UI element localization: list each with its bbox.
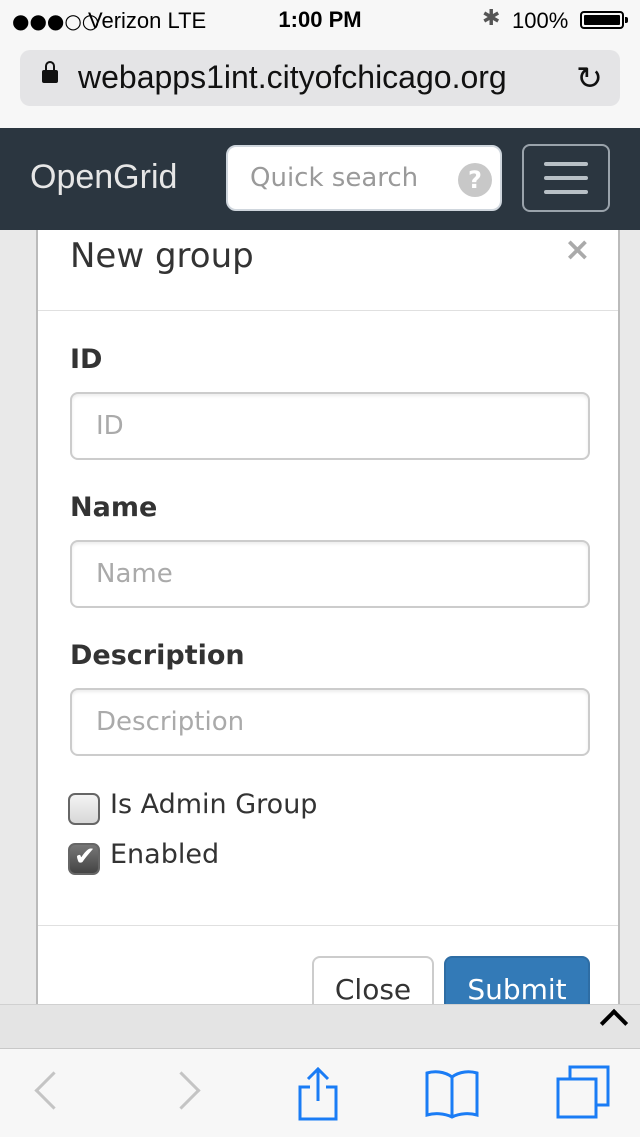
- lock-icon: [42, 61, 58, 83]
- id-field[interactable]: [70, 392, 590, 460]
- bottom-scroll-strip: [0, 1004, 640, 1049]
- hamburger-bar-icon: [544, 162, 588, 166]
- bookmarks-icon[interactable]: [424, 1067, 480, 1119]
- battery-icon: [580, 11, 628, 29]
- reload-icon[interactable]: ↻: [576, 59, 603, 97]
- app-navbar: OpenGrid ?: [0, 128, 640, 230]
- forward-icon[interactable]: [162, 1071, 201, 1110]
- admin-group-checkbox[interactable]: [68, 793, 100, 825]
- status-bar: ●●●○○ Verizon LTE 1:00 PM ✱ 100%: [0, 0, 640, 40]
- browser-address-area: webapps1int.cityofchicago.org ↻: [0, 40, 640, 129]
- battery-percent: 100%: [512, 8, 569, 33]
- enabled-checkbox[interactable]: [68, 842, 100, 875]
- new-group-modal: New group × ID Name Description Is Admin…: [36, 230, 620, 1016]
- hamburger-bar-icon: [544, 190, 588, 194]
- browser-toolbar: [0, 1048, 640, 1137]
- share-icon[interactable]: [296, 1067, 340, 1121]
- menu-toggle-button[interactable]: [522, 144, 610, 212]
- bluetooth-icon: ✱: [482, 6, 501, 31]
- admin-group-label[interactable]: Is Admin Group: [110, 789, 317, 820]
- description-label: Description: [70, 640, 245, 671]
- url-text[interactable]: webapps1int.cityofchicago.org: [78, 59, 507, 96]
- modal-footer-divider: [38, 925, 618, 926]
- back-icon[interactable]: [34, 1071, 73, 1110]
- description-field[interactable]: [70, 688, 590, 756]
- hamburger-bar-icon: [544, 176, 588, 180]
- address-bar[interactable]: webapps1int.cityofchicago.org ↻: [20, 50, 620, 106]
- brand-logo[interactable]: OpenGrid: [30, 158, 177, 197]
- id-label: ID: [70, 344, 103, 375]
- quick-search[interactable]: ?: [226, 145, 502, 211]
- modal-title: New group: [70, 236, 254, 276]
- modal-header-divider: [38, 310, 618, 311]
- chevron-up-icon[interactable]: [599, 1008, 629, 1038]
- tabs-icon[interactable]: [556, 1065, 610, 1119]
- name-field[interactable]: [70, 540, 590, 608]
- enabled-label[interactable]: Enabled: [110, 839, 219, 870]
- close-icon[interactable]: ×: [564, 230, 591, 268]
- help-icon[interactable]: ?: [458, 163, 492, 197]
- name-label: Name: [70, 492, 158, 523]
- search-input[interactable]: [250, 163, 440, 193]
